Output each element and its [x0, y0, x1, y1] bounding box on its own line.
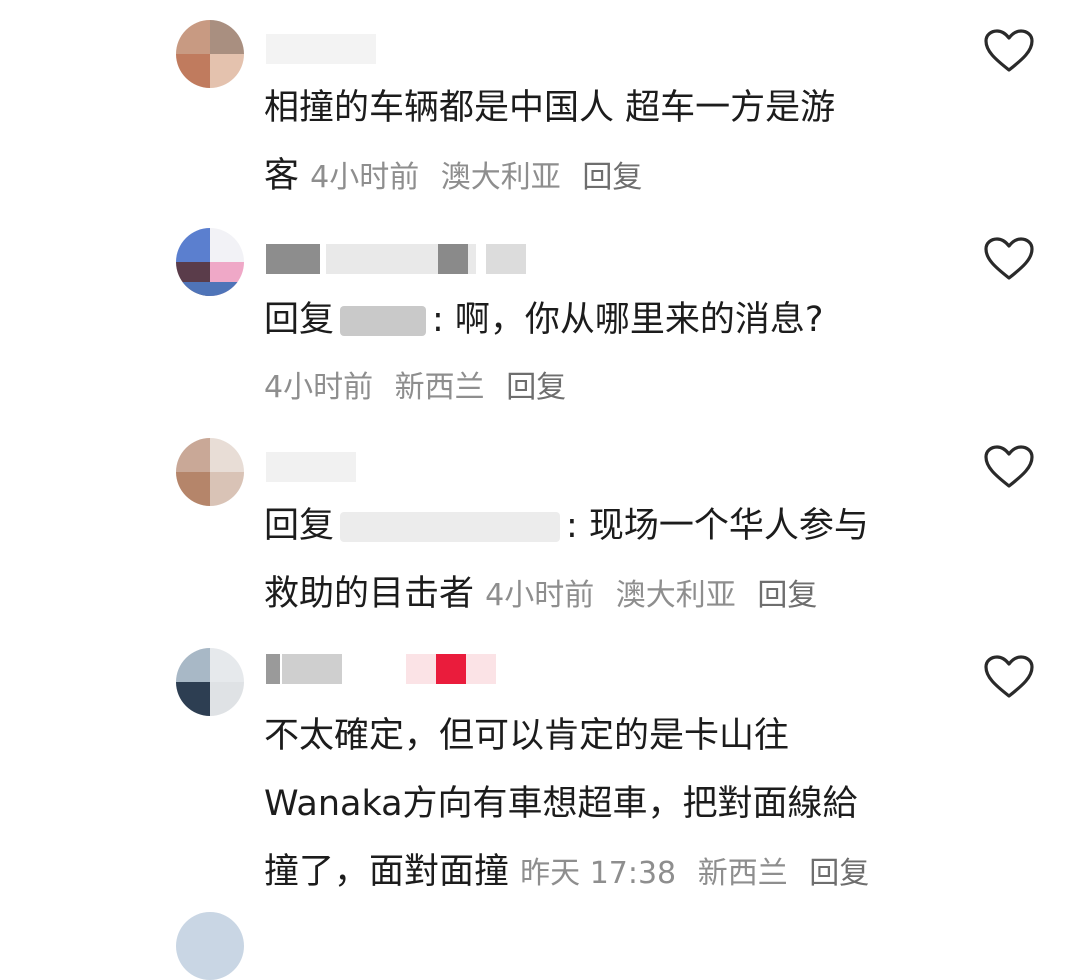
reply-button[interactable]: 回复 — [757, 578, 817, 613]
comment-body: 回复 : 现场一个华人参与 救助的目击者 4小时前 澳大利亚 回复 — [264, 492, 944, 630]
comment-time: 4小时前 — [264, 370, 374, 405]
comment-body: 相撞的车辆都是中国人 超车一方是游 客 4小时前 澳大利亚 回复 — [264, 74, 944, 212]
comment-location: 新西兰 — [394, 370, 485, 405]
mentioned-user-blurred[interactable] — [340, 306, 427, 336]
comment-body: 不太確定，但可以肯定的是卡山往 Wanaka方向有車想超車，把對面線給 撞了，面… — [264, 702, 944, 908]
like-button[interactable] — [983, 236, 1035, 282]
avatar[interactable] — [176, 20, 244, 88]
comment-time: 4小时前 — [310, 160, 420, 195]
like-button[interactable] — [983, 444, 1035, 490]
heart-outline-icon — [984, 655, 1034, 698]
like-button[interactable] — [983, 28, 1035, 74]
mentioned-user-blurred[interactable] — [340, 512, 561, 542]
comment-text-line: Wanaka方向有車想超車，把對面線給 — [264, 784, 858, 824]
reply-button[interactable]: 回复 — [809, 856, 869, 891]
comment-text-line: : 现场一个华人参与 — [566, 506, 869, 546]
comment-meta: 4小时前 澳大利亚 回复 — [310, 160, 642, 195]
comment-text-line: 客 — [264, 156, 300, 196]
heart-outline-icon — [984, 29, 1034, 72]
reply-button[interactable]: 回复 — [582, 160, 642, 195]
comment-meta: 4小时前 新西兰 回复 — [264, 354, 944, 422]
heart-outline-icon — [984, 445, 1034, 488]
reply-button[interactable]: 回复 — [506, 370, 566, 405]
comment-text-line: : 啊，你从哪里来的消息? — [432, 300, 824, 340]
reply-prefix: 回复 — [264, 506, 335, 546]
like-button[interactable] — [983, 654, 1035, 700]
heart-outline-icon — [984, 237, 1034, 280]
comment-meta: 昨天 17:38 新西兰 回复 — [520, 856, 869, 891]
avatar[interactable] — [176, 438, 244, 506]
comment-location: 新西兰 — [697, 856, 788, 891]
comment-body: 回复 : 啊，你从哪里来的消息? 4小时前 新西兰 回复 — [264, 286, 944, 422]
avatar[interactable] — [176, 648, 244, 716]
comment-time: 4小时前 — [485, 578, 595, 613]
comment-text-line: 不太確定，但可以肯定的是卡山往 — [264, 716, 790, 756]
comment-text-line: 救助的目击者 — [264, 574, 475, 614]
comment-text-line: 撞了，面對面撞 — [264, 852, 510, 892]
comment-location: 澳大利亚 — [615, 578, 736, 613]
avatar[interactable] — [176, 228, 244, 296]
reply-prefix: 回复 — [264, 300, 335, 340]
comment-meta: 4小时前 澳大利亚 回复 — [485, 578, 817, 613]
comment-time: 昨天 17:38 — [520, 856, 677, 891]
comment-text-line: 相撞的车辆都是中国人 超车一方是游 — [264, 88, 836, 128]
comment-location: 澳大利亚 — [440, 160, 561, 195]
avatar[interactable] — [176, 912, 244, 980]
